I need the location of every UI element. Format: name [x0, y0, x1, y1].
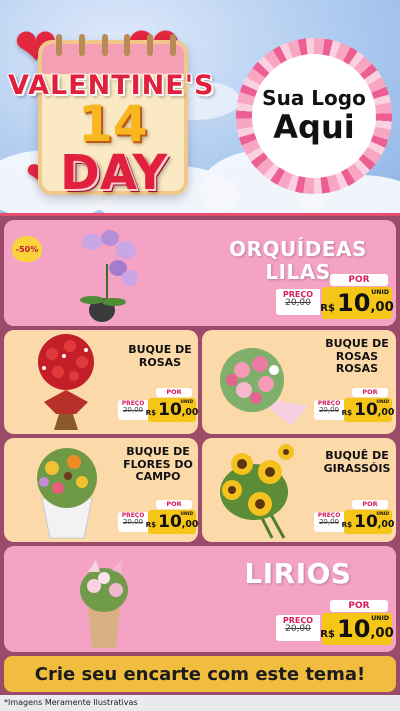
por-label: POR [156, 500, 192, 509]
logo-text-line1: Sua Logo [262, 86, 366, 111]
preco-label: PREÇO 20,00 [276, 615, 320, 641]
preco-label: PREÇO 20,00 [314, 512, 344, 532]
product-card-lirios[interactable]: LIRIOS POR PREÇO 20,00 R$ 10,00 UNID [4, 546, 396, 652]
old-price: 20,00 [285, 298, 311, 309]
product-card-rosas-rosas[interactable]: BUQUE DE ROSAS ROSAS POR PREÇO 20,00 R$ 1… [202, 330, 396, 434]
cta-banner[interactable]: Crie seu encarte com este tema! [4, 656, 396, 692]
por-label: POR [352, 388, 388, 397]
current-price: R$ 10,00 UNID [320, 287, 394, 319]
por-label: POR [330, 274, 388, 286]
product-name: BUQUE DE FLORES DO CAMPO [123, 445, 193, 484]
product-name: BUQUE DE ROSAS [128, 343, 192, 369]
price-tag: POR PREÇO 20,00 R$ 10,00 UNID [118, 388, 198, 424]
product-card-orquideas[interactable]: -50% ORQUÍDEAS LILAS POR PREÇO 20,00 R$ 1… [4, 220, 396, 326]
preco-label: PREÇO 20,00 [276, 289, 320, 315]
roses-bouquet-photo [38, 334, 94, 430]
header-banner: ❤ ❤ ❤ ❤ VALENTINE'S 14 DAY Sua Logo Aqui [0, 0, 400, 220]
lilies-photo [80, 560, 128, 648]
headline-day: DAY [60, 145, 168, 201]
current-price: R$ 10,00 UNID [320, 613, 394, 645]
price-tag: POR PREÇO 20,00 R$ 10,00 UNID [118, 500, 198, 536]
por-label: POR [156, 388, 192, 397]
price-tag: POR PREÇO 20,00 R$ 10,00 UNID [314, 500, 395, 536]
current-price: R$ 10,00 UNID [341, 398, 395, 422]
por-label: POR [330, 600, 388, 612]
preco-label: PREÇO 20,00 [118, 512, 148, 532]
preco-label: PREÇO 20,00 [314, 400, 344, 420]
logo-placeholder: Sua Logo Aqui [236, 38, 392, 194]
product-card-flores-campo[interactable]: BUQUE DE FLORES DO CAMPO POR PREÇO 20,00… [4, 438, 198, 542]
por-label: POR [352, 500, 388, 509]
sunflowers-photo [220, 444, 294, 539]
current-price: R$ 10,00 UNID [145, 510, 198, 534]
wildflowers-photo [37, 448, 97, 539]
product-card-girassois[interactable]: BUQUÊ DE GIRASSÓIS POR PREÇO 20,00 R$ 10,… [202, 438, 396, 542]
pink-roses-photo [220, 348, 308, 426]
logo-text-line2: Aqui [273, 108, 355, 147]
current-price: R$ 10,00 UNID [145, 398, 198, 422]
price-tag: POR PREÇO 20,00 R$ 10,00 UNID [276, 274, 394, 320]
product-name: BUQUE DE ROSAS ROSAS [325, 337, 389, 376]
disclaimer: *Imagens Meramente Ilustrativas [4, 698, 138, 707]
preco-label: PREÇO 20,00 [118, 400, 148, 420]
price-tag: POR PREÇO 20,00 R$ 10,00 UNID [276, 600, 394, 646]
orchid-photo [80, 230, 138, 322]
product-name: LIRIOS [244, 557, 352, 590]
price-tag: POR PREÇO 20,00 R$ 10,00 UNID [314, 388, 395, 424]
product-card-buque-rosas[interactable]: BUQUE DE ROSAS POR PREÇO 20,00 R$ 10,00 U… [4, 330, 198, 434]
current-price: R$ 10,00 UNID [341, 510, 395, 534]
product-name: BUQUÊ DE GIRASSÓIS [323, 449, 391, 475]
discount-badge: -50% [12, 236, 42, 262]
